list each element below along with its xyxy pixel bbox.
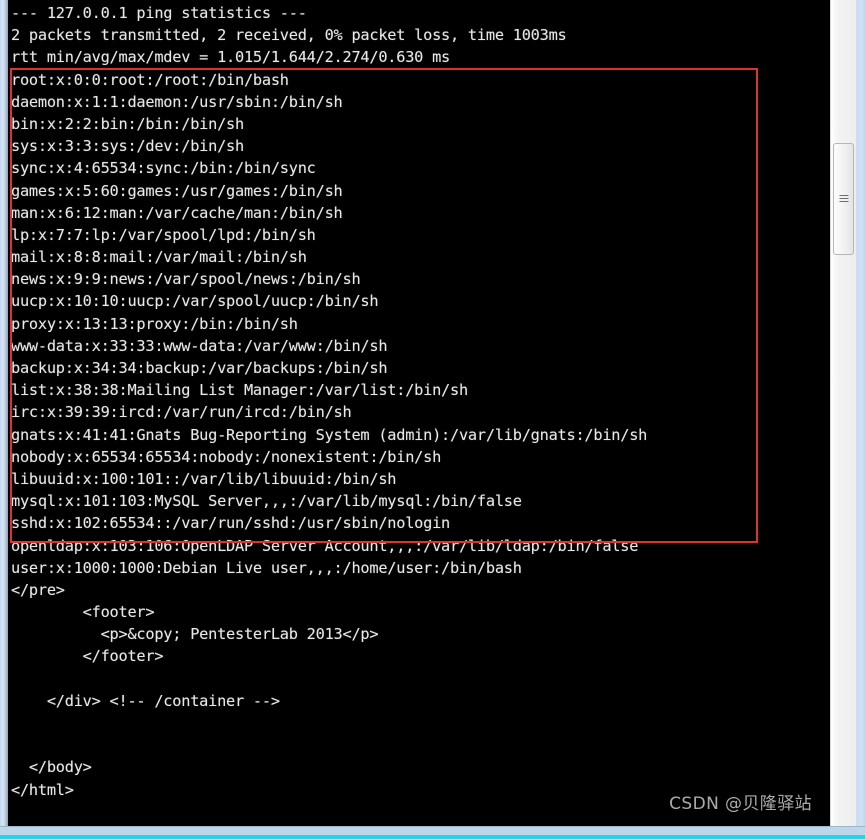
console-line: games:x:5:60:games:/usr/games:/bin/sh: [11, 181, 343, 200]
console-line: <p>&copy; PentesterLab 2013</p>: [11, 625, 379, 644]
scrollbar-track[interactable]: [831, 0, 856, 826]
console-line: mail:x:8:8:mail:/var/mail:/bin/sh: [11, 248, 307, 267]
console-line: news:x:9:9:news:/var/spool/news:/bin/sh: [11, 270, 361, 289]
console-line: <footer>: [11, 603, 155, 622]
console-line: gnats:x:41:41:Gnats Bug-Reporting System…: [11, 425, 648, 444]
console-line: --- 127.0.0.1 ping statistics ---: [11, 4, 307, 22]
console-text: --- 127.0.0.1 ping statistics --- 2 packe…: [11, 2, 647, 826]
console-line: irc:x:39:39:ircd:/var/run/ircd:/bin/sh: [11, 403, 352, 422]
console-line: libuuid:x:100:101::/var/lib/libuuid:/bin…: [11, 469, 397, 488]
console-line: nobody:x:65534:65534:nobody:/nonexistent…: [11, 447, 442, 466]
scrollbar-thumb-grip-icon: [839, 195, 848, 203]
console-output-area[interactable]: --- 127.0.0.1 ping statistics --- 2 packe…: [8, 0, 830, 826]
scrollbar-thumb[interactable]: [833, 143, 854, 255]
window-bottom-accent-strip: [0, 835, 865, 839]
window-left-border: [0, 0, 8, 826]
console-line: daemon:x:1:1:daemon:/usr/sbin:/bin/sh: [11, 92, 343, 111]
console-line: </body>: [11, 758, 92, 777]
console-line: 2 packets transmitted, 2 received, 0% pa…: [11, 26, 567, 45]
console-line: user:x:1000:1000:Debian Live user,,,:/ho…: [11, 558, 522, 577]
console-line: www-data:x:33:33:www-data:/var/www:/bin/…: [11, 336, 388, 355]
console-line: sshd:x:102:65534::/var/run/sshd:/usr/sbi…: [11, 514, 451, 533]
vertical-scrollbar[interactable]: [830, 0, 856, 826]
console-line: rtt min/avg/max/mdev = 1.015/1.644/2.274…: [11, 48, 451, 67]
console-line: uucp:x:10:10:uucp:/var/spool/uucp:/bin/s…: [11, 292, 379, 311]
console-line: mysql:x:101:103:MySQL Server,,,:/var/lib…: [11, 492, 522, 511]
console-line: openldap:x:103:106:OpenLDAP Server Accou…: [11, 536, 639, 555]
console-line: sync:x:4:65534:sync:/bin:/bin/sync: [11, 159, 316, 178]
window-right-border: [856, 0, 865, 826]
console-line: backup:x:34:34:backup:/var/backups:/bin/…: [11, 359, 388, 377]
console-line: root:x:0:0:root:/root:/bin/bash: [11, 70, 289, 89]
console-line: bin:x:2:2:bin:/bin:/bin/sh: [11, 114, 244, 133]
console-line: proxy:x:13:13:proxy:/bin:/bin/sh: [11, 314, 298, 333]
console-line: sys:x:3:3:sys:/dev:/bin/sh: [11, 137, 244, 156]
csdn-watermark: CSDN @贝隆驿站: [669, 794, 812, 814]
console-line: </div> <!-- /container -->: [11, 691, 280, 710]
terminal-window: --- 127.0.0.1 ping statistics --- 2 packe…: [0, 0, 865, 839]
console-line: lp:x:7:7:lp:/var/spool/lpd:/bin/sh: [11, 225, 316, 244]
console-line: </pre>: [11, 580, 65, 599]
console-line: </footer>: [11, 647, 164, 666]
console-line: man:x:6:12:man:/var/cache/man:/bin/sh: [11, 203, 343, 222]
console-line: </html>: [11, 780, 74, 799]
console-line: list:x:38:38:Mailing List Manager:/var/l…: [11, 381, 468, 400]
